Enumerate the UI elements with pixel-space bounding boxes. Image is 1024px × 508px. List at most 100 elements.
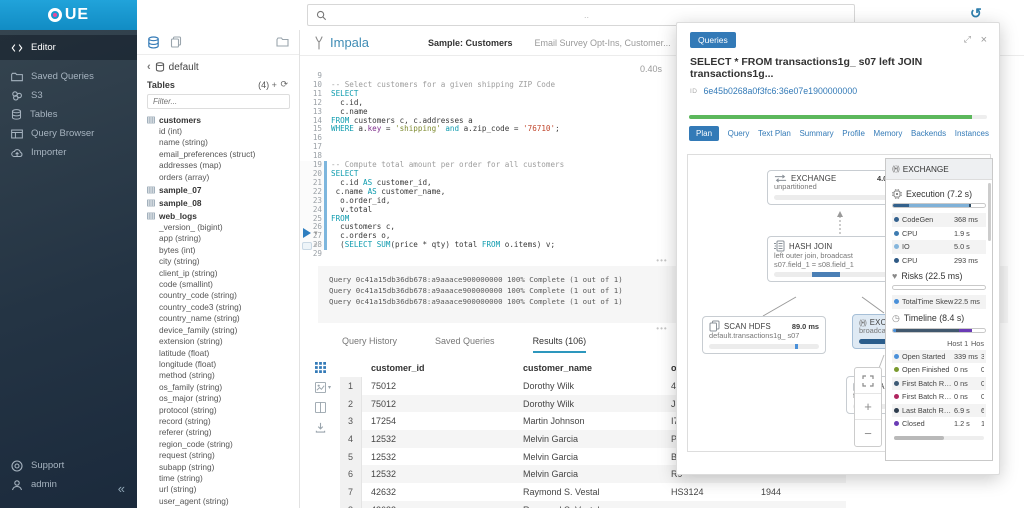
profile-tab-plan[interactable]: Plan [689, 126, 719, 141]
sidebar-item-admin[interactable]: admin [0, 475, 137, 494]
column-item[interactable]: referer (string) [137, 427, 299, 438]
table-item[interactable]: customers [137, 113, 299, 126]
add-table-icon[interactable]: + [272, 80, 278, 90]
results-tab-results-106-[interactable]: Results (106) [533, 336, 587, 353]
sidebar-item-importer[interactable]: Importer [0, 143, 137, 162]
user-icon [11, 479, 23, 491]
column-item[interactable]: app (string) [137, 233, 299, 244]
column-item[interactable]: method (string) [137, 370, 299, 381]
plan-node-scan-hdfs[interactable]: SCAN HDFS89.0 msdefault.transactions1g_ … [702, 316, 826, 354]
metric-label: CPU [902, 254, 954, 268]
sidebar-item-s3[interactable]: S3 [0, 86, 137, 105]
table-filter-input[interactable] [147, 94, 290, 109]
column-item[interactable]: code (smallint) [137, 279, 299, 290]
query-id-link[interactable]: 6e45b0268a0f3fc6:36e07e1900000000 [704, 86, 858, 96]
profile-tab-summary[interactable]: Summary [799, 129, 833, 138]
explain-button[interactable] [302, 242, 312, 250]
sidebar-item-editor[interactable]: Editor [0, 35, 137, 60]
refresh-tables-icon[interactable]: ⟳ [280, 79, 289, 90]
metric-value: 368 ms [954, 213, 984, 227]
profile-tab-backends[interactable]: Backends [911, 129, 946, 138]
results-grid-icon[interactable] [315, 362, 335, 373]
metric-value-host1: 0 ns [954, 390, 981, 404]
plan-node-name: SCAN HDFS [724, 322, 771, 331]
column-item[interactable]: longitude (float) [137, 359, 299, 370]
profile-tab-instances[interactable]: Instances [955, 129, 989, 138]
row-number-cell: 4 [340, 430, 362, 448]
profile-tab-query[interactable]: Query [728, 129, 750, 138]
tab-sample-customers[interactable]: Sample: Customers [428, 38, 513, 48]
sidebar-item-support[interactable]: Support [0, 456, 137, 475]
profile-tab-text-plan[interactable]: Text Plan [758, 129, 791, 138]
run-options-caret-icon[interactable]: ▾ [314, 229, 318, 237]
collapse-sidebar-icon[interactable]: « [118, 481, 125, 496]
column-item[interactable]: id (int) [137, 126, 299, 137]
tab-email-survey[interactable]: Email Survey Opt-Ins, Customer... [535, 38, 671, 48]
column-item[interactable]: time (string) [137, 473, 299, 484]
column-item[interactable]: device_family (string) [137, 325, 299, 336]
column-item[interactable]: city (string) [137, 256, 299, 267]
table-row[interactable]: 742632Raymond S. VestalHS31241944 [340, 483, 846, 501]
sql-source-icon[interactable] [147, 36, 160, 49]
table-row[interactable]: 842632Raymond S. Vestal [340, 501, 846, 508]
sidebar-item-label: admin [31, 479, 57, 490]
column-item[interactable]: record (string) [137, 416, 299, 427]
explain-caret-icon[interactable]: ▾ [314, 241, 318, 249]
column-item[interactable]: os_major (string) [137, 393, 299, 404]
column-item[interactable]: os_family (string) [137, 382, 299, 393]
column-item[interactable]: user_agent (string) [137, 496, 299, 507]
engine-selector[interactable]: Impala [313, 35, 428, 50]
sidebar-item-tables[interactable]: Tables [0, 105, 137, 124]
columns-icon[interactable] [315, 402, 335, 413]
column-item[interactable]: email_preferences (struct) [137, 149, 299, 160]
metric-dot-icon [894, 299, 899, 304]
tables-label: Tables [147, 80, 175, 90]
metric-dot-icon [894, 258, 899, 263]
profile-tab-memory[interactable]: Memory [874, 129, 903, 138]
hue-logo[interactable]: UE [0, 0, 137, 30]
queries-badge[interactable]: Queries [690, 32, 736, 48]
column-item[interactable]: bytes (int) [137, 245, 299, 256]
column-item[interactable]: addresses (map) [137, 160, 299, 171]
close-overlay-icon[interactable]: × [981, 34, 987, 46]
zoom-in-button[interactable]: + [855, 394, 881, 420]
column-item[interactable]: orders (array) [137, 172, 299, 183]
column-item[interactable]: country_name (string) [137, 313, 299, 324]
table-item[interactable]: web_logs [137, 209, 299, 222]
results-tab-query-history[interactable]: Query History [342, 336, 397, 353]
column-item[interactable]: _version_ (bigint) [137, 222, 299, 233]
folder-source-icon[interactable] [276, 36, 289, 48]
details-horizontal-scrollbar[interactable] [894, 436, 984, 440]
column-item[interactable]: name (string) [137, 137, 299, 148]
risks-section-title: ♥ Risks (22.5 ms) [892, 271, 986, 281]
sidebar-item-query-browser[interactable]: Query Browser [0, 124, 137, 143]
chart-icon[interactable]: ▾ [315, 382, 335, 393]
run-query-button[interactable] [303, 228, 311, 238]
results-tab-saved-queries[interactable]: Saved Queries [435, 336, 495, 353]
column-item[interactable]: latitude (float) [137, 348, 299, 359]
download-icon[interactable] [315, 422, 335, 433]
back-chevron-icon[interactable]: ‹ [147, 61, 151, 73]
fit-to-screen-button[interactable] [855, 368, 881, 394]
documents-source-icon[interactable] [170, 36, 182, 48]
database-breadcrumb[interactable]: ‹ default [137, 55, 299, 75]
execution-section-title: Execution (7.2 s) [892, 189, 986, 199]
details-vertical-scrollbar[interactable] [988, 183, 991, 241]
sidebar-item-saved-queries[interactable]: Saved Queries [0, 67, 137, 86]
column-item[interactable]: extension (string) [137, 336, 299, 347]
column-item[interactable]: request (string) [137, 450, 299, 461]
zoom-out-button[interactable]: − [855, 420, 881, 446]
profile-tab-profile[interactable]: Profile [842, 129, 865, 138]
column-item[interactable]: client_ip (string) [137, 268, 299, 279]
table-item[interactable]: sample_07 [137, 183, 299, 196]
column-item[interactable]: subapp (string) [137, 462, 299, 473]
column-item[interactable]: country_code3 (string) [137, 302, 299, 313]
column-item[interactable]: region_code (string) [137, 439, 299, 450]
history-icon[interactable]: ↺ [970, 5, 982, 22]
column-item[interactable]: url (string) [137, 484, 299, 495]
expand-overlay-icon[interactable]: ⤢ [964, 34, 971, 45]
table-item[interactable]: sample_08 [137, 196, 299, 209]
column-item[interactable]: protocol (string) [137, 405, 299, 416]
column-item[interactable]: country_code (string) [137, 290, 299, 301]
assist-panel: ‹ default Tables (4) + ⟳ customersid (in… [137, 30, 300, 508]
